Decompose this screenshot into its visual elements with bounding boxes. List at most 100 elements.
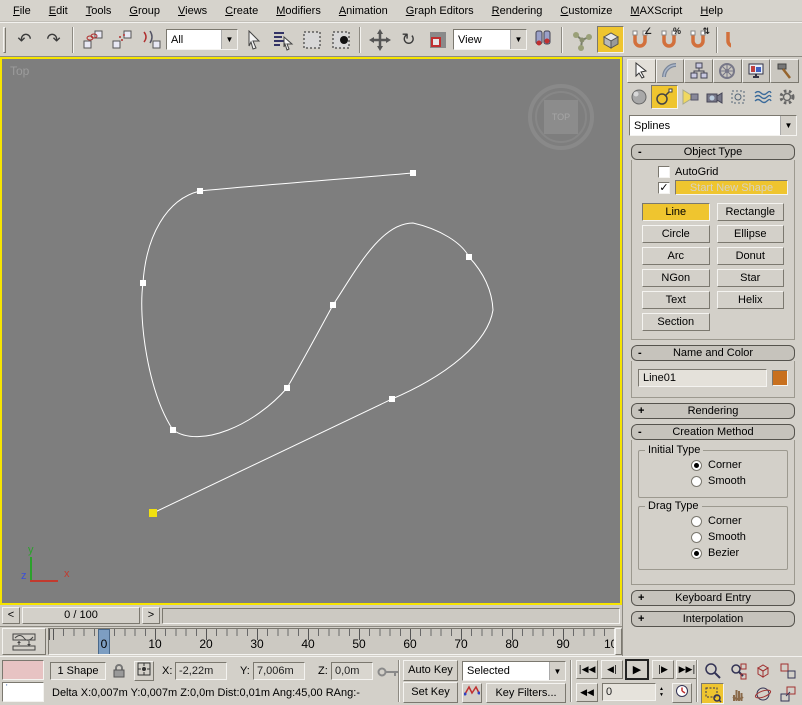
spline-vertex[interactable] [330, 302, 336, 308]
time-slider-track[interactable] [162, 608, 620, 624]
rendering-header[interactable]: + Rendering [631, 403, 795, 419]
min-max-toggle-icon[interactable] [776, 683, 799, 704]
utilities-tab[interactable] [770, 59, 799, 83]
menu-help[interactable]: Help [691, 2, 732, 20]
previous-frame-button[interactable]: ◀| [601, 660, 623, 679]
arc-button[interactable]: Arc [642, 247, 710, 265]
radio-icon[interactable] [691, 460, 702, 471]
next-frame-button[interactable]: |▶ [652, 660, 674, 679]
drag-bezier-option[interactable]: Bezier [691, 547, 787, 559]
percent-snap-icon[interactable]: % [655, 26, 682, 53]
go-to-end-button[interactable]: ▶▶| [676, 660, 698, 679]
menu-customize[interactable]: Customize [551, 2, 621, 20]
spline-vertex[interactable] [140, 280, 146, 286]
radio-icon[interactable] [691, 476, 702, 487]
menu-views[interactable]: Views [169, 2, 216, 20]
selection-set-dropdown[interactable]: Selected ▼ [462, 661, 566, 681]
undo-icon[interactable]: ↶ [11, 26, 38, 53]
spline-start-vertex[interactable] [149, 509, 157, 517]
ellipse-button[interactable]: Ellipse [717, 225, 785, 243]
menu-file[interactable]: File [4, 2, 40, 20]
collapse-icon[interactable]: - [638, 146, 642, 158]
clipped-toolbar-icon[interactable] [723, 26, 731, 53]
zoom-icon[interactable] [701, 660, 724, 681]
collapse-icon[interactable]: - [638, 426, 642, 438]
spline-category-dropdown[interactable]: Splines ▼ [629, 115, 797, 136]
reference-coordinate-system-dropdown[interactable]: View ▼ [453, 29, 527, 50]
radio-icon[interactable] [691, 548, 702, 559]
window-crossing-toggle-icon[interactable] [327, 26, 354, 53]
zoom-region-icon[interactable] [701, 683, 724, 704]
object-name-input[interactable]: Line01 [638, 369, 767, 387]
viewcube[interactable]: TOP [528, 84, 594, 150]
dropdown-arrow-icon[interactable]: ▼ [510, 30, 526, 49]
maxscript-mini-listener-pink[interactable] [2, 660, 44, 680]
zoom-all-icon[interactable] [726, 660, 749, 681]
radio-icon[interactable] [691, 532, 702, 543]
arc-rotate-icon[interactable] [751, 683, 774, 704]
dropdown-arrow-icon[interactable]: ▼ [221, 30, 237, 49]
creation-method-header[interactable]: - Creation Method [631, 424, 795, 440]
spline-path[interactable] [142, 173, 493, 513]
absolute-offset-mode-icon[interactable] [134, 661, 154, 681]
time-slider-button[interactable]: 0 / 100 [22, 607, 140, 624]
drag-smooth-option[interactable]: Smooth [691, 531, 787, 543]
select-object-icon[interactable] [240, 26, 267, 53]
spline-vertex[interactable] [284, 385, 290, 391]
object-color-swatch[interactable] [772, 370, 788, 386]
section-button[interactable]: Section [642, 313, 710, 331]
rectangle-button[interactable]: Rectangle [717, 203, 785, 221]
key-filters-button[interactable]: Key Filters... [486, 683, 566, 703]
cameras-category-icon[interactable] [702, 85, 726, 109]
select-and-scale-icon[interactable] [424, 26, 451, 53]
viewport-top[interactable]: Top TOP y z x [0, 57, 622, 605]
expand-icon[interactable]: + [638, 405, 644, 417]
systems-category-icon[interactable] [775, 85, 799, 109]
ngon-button[interactable]: NGon [642, 269, 710, 287]
bind-to-space-warp-icon[interactable] [137, 26, 164, 53]
spline-vertex[interactable] [466, 254, 472, 260]
circle-button[interactable]: Circle [642, 225, 710, 243]
zoom-extents-icon[interactable] [751, 660, 774, 681]
menu-edit[interactable]: Edit [40, 2, 77, 20]
geometry-category-icon[interactable] [627, 85, 651, 109]
hierarchy-tab[interactable] [684, 59, 713, 83]
select-by-name-icon[interactable] [269, 26, 296, 53]
helix-button[interactable]: Helix [717, 291, 785, 309]
shapes-category-icon[interactable] [651, 85, 677, 109]
frame-spinner[interactable]: ▲▼ [656, 683, 667, 701]
auto-key-button[interactable]: Auto Key [403, 660, 458, 681]
use-center-flyout-icon[interactable] [529, 26, 556, 53]
autogrid-checkbox[interactable] [658, 166, 670, 178]
zoom-extents-all-icon[interactable] [776, 660, 799, 681]
x-coord-field[interactable]: -2,22m [175, 662, 227, 680]
line-button[interactable]: Line [642, 203, 710, 221]
track-bar-end-button[interactable] [615, 628, 622, 655]
next-frame-arrow[interactable]: > [142, 607, 160, 624]
select-and-link-icon[interactable] [79, 26, 106, 53]
text-button[interactable]: Text [642, 291, 710, 309]
selection-lock-icon[interactable] [112, 662, 126, 679]
lights-category-icon[interactable] [678, 85, 702, 109]
radio-icon[interactable] [691, 516, 702, 527]
menu-rendering[interactable]: Rendering [483, 2, 552, 20]
menu-modifiers[interactable]: Modifiers [267, 2, 330, 20]
select-and-move-icon[interactable] [366, 26, 393, 53]
time-configuration-button[interactable] [672, 683, 692, 703]
unlink-selection-icon[interactable] [108, 26, 135, 53]
expand-icon[interactable]: + [638, 592, 644, 604]
object-type-header[interactable]: - Object Type [631, 144, 795, 160]
spline-vertex[interactable] [170, 427, 176, 433]
y-coord-field[interactable]: 7,006m [253, 662, 305, 680]
initial-corner-option[interactable]: Corner [691, 459, 787, 471]
menu-tools[interactable]: Tools [77, 2, 121, 20]
rectangular-selection-region-icon[interactable] [298, 26, 325, 53]
start-new-shape-checkbox[interactable]: ✓ [658, 182, 670, 194]
current-frame-field[interactable]: 0 [602, 683, 656, 701]
star-button[interactable]: Star [717, 269, 785, 287]
play-button[interactable]: ▶ [625, 659, 649, 680]
modify-tab[interactable] [656, 59, 685, 83]
create-tab[interactable] [627, 59, 656, 83]
angle-snap-icon[interactable]: ∠ [626, 26, 653, 53]
initial-smooth-option[interactable]: Smooth [691, 475, 787, 487]
